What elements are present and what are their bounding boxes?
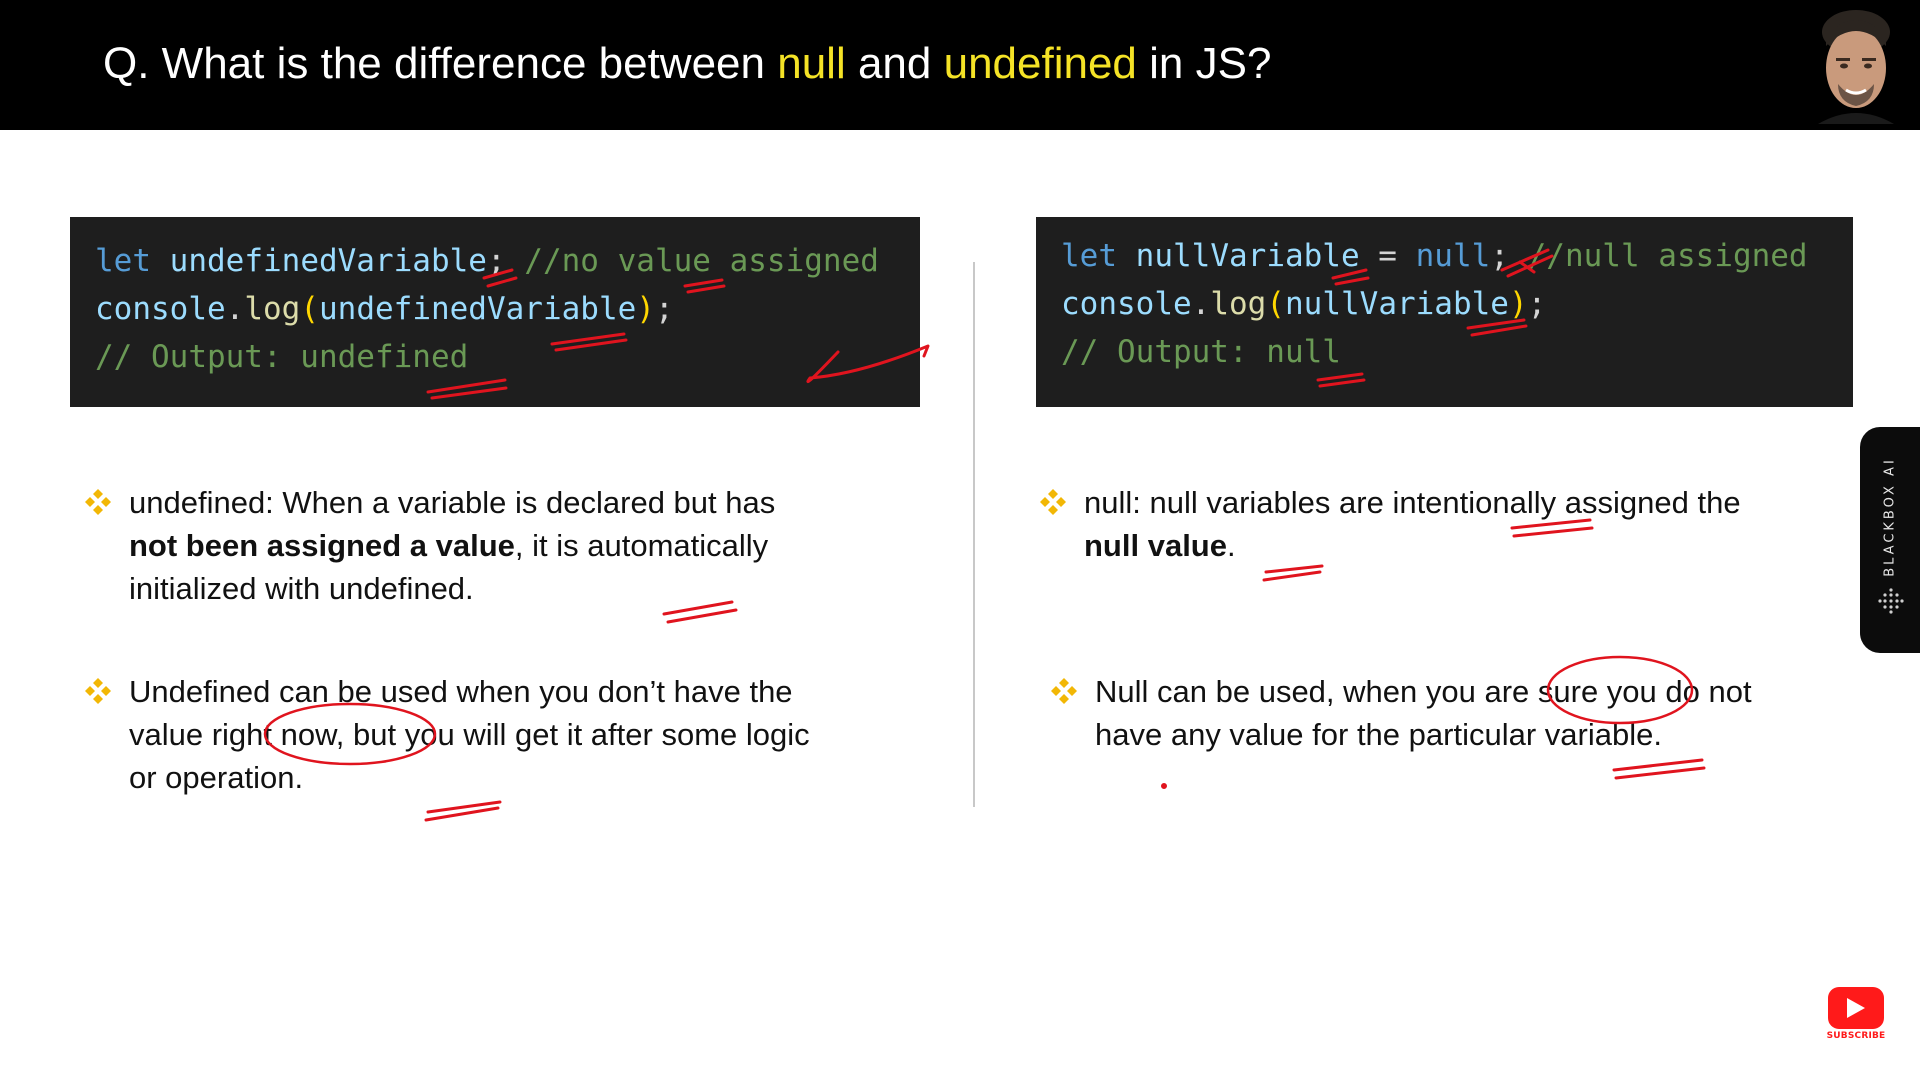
page-title: Q. What is the difference between null a… xyxy=(103,36,1271,92)
bullet-undefined-usage: Undefined can be used when you don’t hav… xyxy=(85,670,829,799)
code-dot: . xyxy=(1191,286,1211,322)
presenter-webcam-avatar xyxy=(1808,6,1904,124)
code-argument: nullVariable xyxy=(1285,286,1509,322)
code-block-null: let nullVariable = null; //null assigned… xyxy=(1036,217,1853,407)
code-method: log xyxy=(1210,286,1267,322)
side-tab-label: BLACKBOX AI xyxy=(1882,457,1898,577)
code-dot: . xyxy=(225,291,245,327)
code-line-1: let undefinedVariable; //no value assign… xyxy=(95,237,879,285)
subscribe-label: SUBSCRIBE xyxy=(1826,1031,1886,1041)
blackbox-dots-icon xyxy=(1878,588,1904,614)
bullet-text-before: undefined: When a variable is declared b… xyxy=(129,485,776,520)
code-close-paren: ) xyxy=(1508,286,1528,322)
code-identifier: nullVariable xyxy=(1135,238,1360,274)
annotation-scribble xyxy=(1612,758,1706,780)
code-object: console xyxy=(95,291,226,327)
bullet-null-definition: null: null variables are intentionally a… xyxy=(1040,481,1784,567)
bullet-undefined-definition: undefined: When a variable is declared b… xyxy=(85,481,829,610)
bullet-text-after: . xyxy=(1226,528,1236,563)
code-identifier: undefinedVariable xyxy=(169,243,487,279)
code-open-paren: ( xyxy=(1266,286,1285,322)
column-divider xyxy=(973,262,975,807)
code-close-paren: ) xyxy=(636,291,655,327)
code-keyword: let xyxy=(95,243,151,279)
blackbox-ai-side-tab[interactable]: BLACKBOX AI xyxy=(1860,427,1920,653)
code-object: console xyxy=(1061,286,1192,322)
annotation-scribble xyxy=(424,800,502,822)
code-comment: // Output: undefined xyxy=(95,339,469,375)
code-keyword: let xyxy=(1061,238,1117,274)
code-block-undefined: let undefinedVariable; //no value assign… xyxy=(70,217,920,407)
code-semicolon: ; xyxy=(654,291,674,327)
bullet-text: Null can be used, when you are sure you … xyxy=(1095,674,1752,752)
code-semicolon: ; xyxy=(1490,238,1509,274)
code-open-paren: ( xyxy=(300,291,319,327)
title-middle: and xyxy=(845,39,944,88)
code-line-2: console.log(undefinedVariable); xyxy=(95,285,674,333)
title-prefix: Q. What is the difference between xyxy=(103,39,778,88)
code-line-3: // Output: undefined xyxy=(95,333,468,381)
code-operator: = xyxy=(1359,238,1416,274)
annotation-dot xyxy=(1161,783,1167,789)
code-comment: // Output: null xyxy=(1061,334,1341,370)
bullet-text-before: null: null variables are intentionally a… xyxy=(1084,485,1741,520)
code-semicolon: ; xyxy=(1527,286,1547,322)
code-comment: //no value assigned xyxy=(524,243,879,279)
code-semicolon: ; xyxy=(486,243,506,279)
code-comment: //null assigned xyxy=(1527,238,1808,274)
bullet-text: null: null variables are intentionally a… xyxy=(1084,481,1784,567)
bullet-text-bold: not been assigned a value xyxy=(129,528,515,563)
diamond-bullet-icon xyxy=(85,678,111,704)
diamond-bullet-icon xyxy=(1040,489,1066,515)
code-null-literal: null xyxy=(1415,238,1491,274)
code-line-2: console.log(nullVariable); xyxy=(1061,280,1546,328)
bullet-null-usage: Null can be used, when you are sure you … xyxy=(1051,670,1795,756)
code-argument: undefinedVariable xyxy=(319,291,637,327)
bullet-text: Undefined can be used when you don’t hav… xyxy=(129,674,810,795)
diamond-bullet-icon xyxy=(85,489,111,515)
title-suffix: in JS? xyxy=(1136,39,1272,88)
code-line-3: // Output: null xyxy=(1061,328,1341,376)
youtube-play-icon xyxy=(1828,987,1884,1029)
title-keyword-undefined: undefined xyxy=(943,39,1137,88)
diamond-bullet-icon xyxy=(1051,678,1077,704)
title-keyword-null: null xyxy=(777,39,846,88)
annotation-scribble xyxy=(1262,564,1324,582)
bullet-text-bold: null value xyxy=(1084,528,1227,563)
bullet-text: undefined: When a variable is declared b… xyxy=(129,481,829,610)
code-method: log xyxy=(244,291,301,327)
code-line-1: let nullVariable = null; //null assigned xyxy=(1061,232,1808,280)
title-bar: Q. What is the difference between null a… xyxy=(0,0,1920,130)
subscribe-button[interactable]: SUBSCRIBE xyxy=(1826,987,1886,1043)
